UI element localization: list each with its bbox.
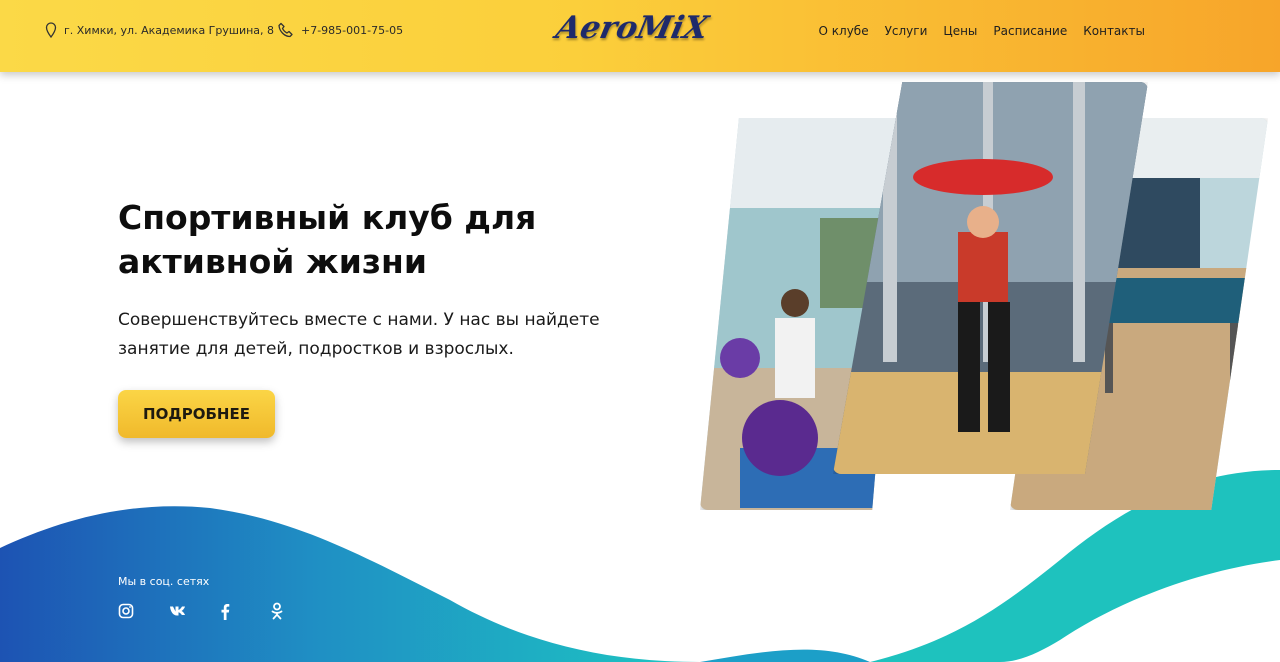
odnoklassniki-icon (271, 602, 283, 620)
nav-item-services[interactable]: Услуги (885, 24, 928, 38)
hero-title: Спортивный клуб для активной жизни (118, 198, 537, 281)
address[interactable]: г. Химки, ул. Академика Грушина, 8 (45, 22, 274, 38)
map-pin-icon (45, 22, 57, 38)
social-links (118, 601, 322, 621)
logo[interactable]: AeroMiX (552, 10, 723, 52)
nav-item-about[interactable]: О клубе (819, 24, 869, 38)
phone-text: +7-985-001-75-05 (301, 23, 404, 37)
odnoklassniki-link[interactable] (271, 601, 322, 621)
vk-icon (170, 606, 185, 616)
address-text: г. Химки, ул. Академика Грушина, 8 (64, 23, 275, 37)
facebook-link[interactable] (220, 601, 271, 621)
more-button[interactable]: ПОДРОБНЕЕ (118, 390, 275, 438)
facebook-icon (221, 603, 230, 620)
instagram-icon (118, 603, 134, 619)
nav-item-schedule[interactable]: Расписание (993, 24, 1067, 38)
phone-icon (278, 22, 293, 38)
instagram-link[interactable] (118, 601, 169, 621)
main-nav: О клубе Услуги Цены Расписание Контакты (819, 24, 1145, 38)
social-label: Мы в соц. сетях (118, 575, 210, 588)
nav-item-prices[interactable]: Цены (943, 24, 977, 38)
vk-link[interactable] (169, 601, 220, 621)
site-header: г. Химки, ул. Академика Грушина, 8 +7-98… (0, 0, 1280, 72)
phone[interactable]: +7-985-001-75-05 (278, 22, 403, 38)
hero-subtitle: Совершенствуйтесь вместе с нами. У нас в… (118, 310, 600, 359)
nav-item-contacts[interactable]: Контакты (1083, 24, 1145, 38)
